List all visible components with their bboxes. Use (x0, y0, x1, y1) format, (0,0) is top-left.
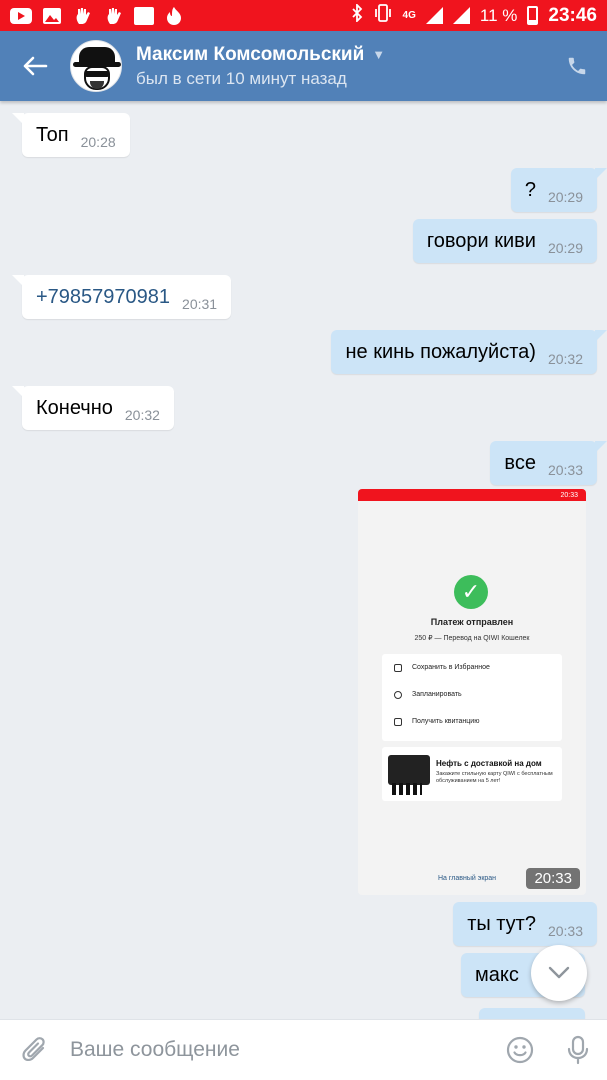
signal-icon (425, 7, 443, 24)
receipt-icon (394, 717, 402, 726)
bluetooth-icon (351, 2, 363, 27)
star-icon (394, 663, 402, 672)
promo-title: Нефть с доставкой на дом (436, 759, 542, 768)
voice-button[interactable] (549, 1020, 607, 1080)
message-text: Топ (36, 123, 69, 146)
message-time: 20:29 (547, 189, 583, 205)
youtube-icon (10, 7, 32, 24)
call-button[interactable] (547, 31, 607, 101)
attachment-promo: Нефть с доставкой на дом Закажите стильн… (382, 747, 562, 801)
microphone-icon (567, 1035, 589, 1065)
message-time: 20:32 (124, 407, 160, 423)
attach-button[interactable] (0, 1020, 70, 1080)
message-text: ты тут? (467, 912, 536, 935)
contact-name: Максим Комсомольский (136, 43, 365, 65)
attachment-action: Сохранить в Избранное (412, 664, 490, 671)
battery-icon (527, 6, 539, 25)
paperclip-icon (22, 1037, 45, 1062)
hand-icon (103, 7, 125, 25)
message-feed[interactable]: Топ 20:28 ? 20:29 говори киви 20:29 +798… (0, 101, 607, 1019)
attachment-subtitle: 250 ₽ — Перевод на QIWI Кошелек (414, 635, 530, 642)
attachment-home-link: На главный экран (438, 875, 497, 882)
attachment-status-time: 20:33 (560, 491, 578, 499)
message-time: 20:33 (547, 462, 583, 478)
last-seen-status: был в сети 10 минут назад (136, 68, 347, 88)
message-bubble[interactable]: ? 20:29 (510, 168, 607, 212)
phone-icon (568, 57, 586, 75)
check-icon: ✓ (454, 575, 488, 609)
gallery-icon (41, 7, 63, 25)
promo-text: Закажите стильную карту QIWI с бесплатны… (436, 771, 553, 784)
attachment-time: 20:33 (526, 868, 580, 889)
message-time: 20:31 (182, 296, 218, 312)
message-time: 20:29 (547, 240, 583, 256)
status-bar: 4G 11 % 23:46 (0, 0, 607, 31)
battery-percent: 11 % (479, 5, 518, 25)
message-bubble[interactable] (479, 1008, 585, 1019)
flame-icon (163, 6, 185, 25)
message-composer (0, 1019, 607, 1080)
notification-icons (10, 6, 185, 25)
message-text: Конечно (36, 396, 113, 419)
back-button[interactable] (0, 31, 70, 101)
phone-number-link[interactable]: +79857970981 (36, 286, 170, 309)
message-bubble[interactable]: +79857970981 20:31 (11, 275, 232, 319)
message-text: ? (524, 178, 536, 201)
avatar[interactable] (70, 40, 122, 92)
network-type: 4G (402, 9, 416, 21)
message-bubble[interactable]: говори киви 20:29 (412, 219, 597, 263)
chat-header: Максим Комсомольский ▼ был в сети 10 мин… (0, 31, 607, 101)
clock-icon (394, 690, 402, 699)
attachment-action: Запланировать (412, 691, 462, 698)
message-time: 20:28 (80, 134, 116, 150)
chevron-down-icon (548, 966, 570, 979)
message-bubble[interactable]: не кинь пожалуйста) 20:32 (331, 330, 607, 374)
message-text: говори киви (426, 229, 536, 252)
message-time: 20:32 (547, 351, 583, 367)
clock: 23:46 (548, 4, 597, 26)
attachment-status-bar: 20:33 (358, 489, 586, 501)
image-attachment[interactable]: 20:33 ✓ Платеж отправлен 250 ₽ — Перевод… (358, 489, 586, 895)
hand-icon (72, 7, 94, 25)
message-bubble[interactable]: Топ 20:28 (12, 113, 130, 157)
smile-icon (506, 1036, 534, 1064)
attachment-action: Получить квитанцию (412, 718, 480, 725)
square-icon (134, 6, 154, 25)
signal-icon (452, 7, 470, 24)
message-input[interactable] (70, 1038, 491, 1062)
attachment-actions: Сохранить в Избранное Запланировать Полу… (382, 654, 562, 741)
message-text: макс (475, 963, 519, 986)
emoji-button[interactable] (491, 1020, 549, 1080)
attachment-title: Платеж отправлен (430, 617, 514, 627)
contact-info[interactable]: Максим Комсомольский ▼ был в сети 10 мин… (136, 44, 547, 89)
card-image (388, 755, 430, 795)
message-bubble[interactable]: ты тут? 20:33 (453, 902, 597, 946)
scroll-down-button[interactable] (531, 945, 587, 1001)
message-text: все (504, 451, 536, 474)
chevron-down-icon: ▼ (372, 47, 386, 62)
vibrate-icon (373, 4, 393, 27)
message-text: не кинь пожалуйста) (345, 340, 536, 363)
message-bubble[interactable]: все 20:33 (490, 441, 607, 485)
message-bubble[interactable]: Конечно 20:32 (12, 386, 174, 430)
message-time: 20:33 (547, 923, 583, 939)
arrow-left-icon (23, 56, 48, 76)
